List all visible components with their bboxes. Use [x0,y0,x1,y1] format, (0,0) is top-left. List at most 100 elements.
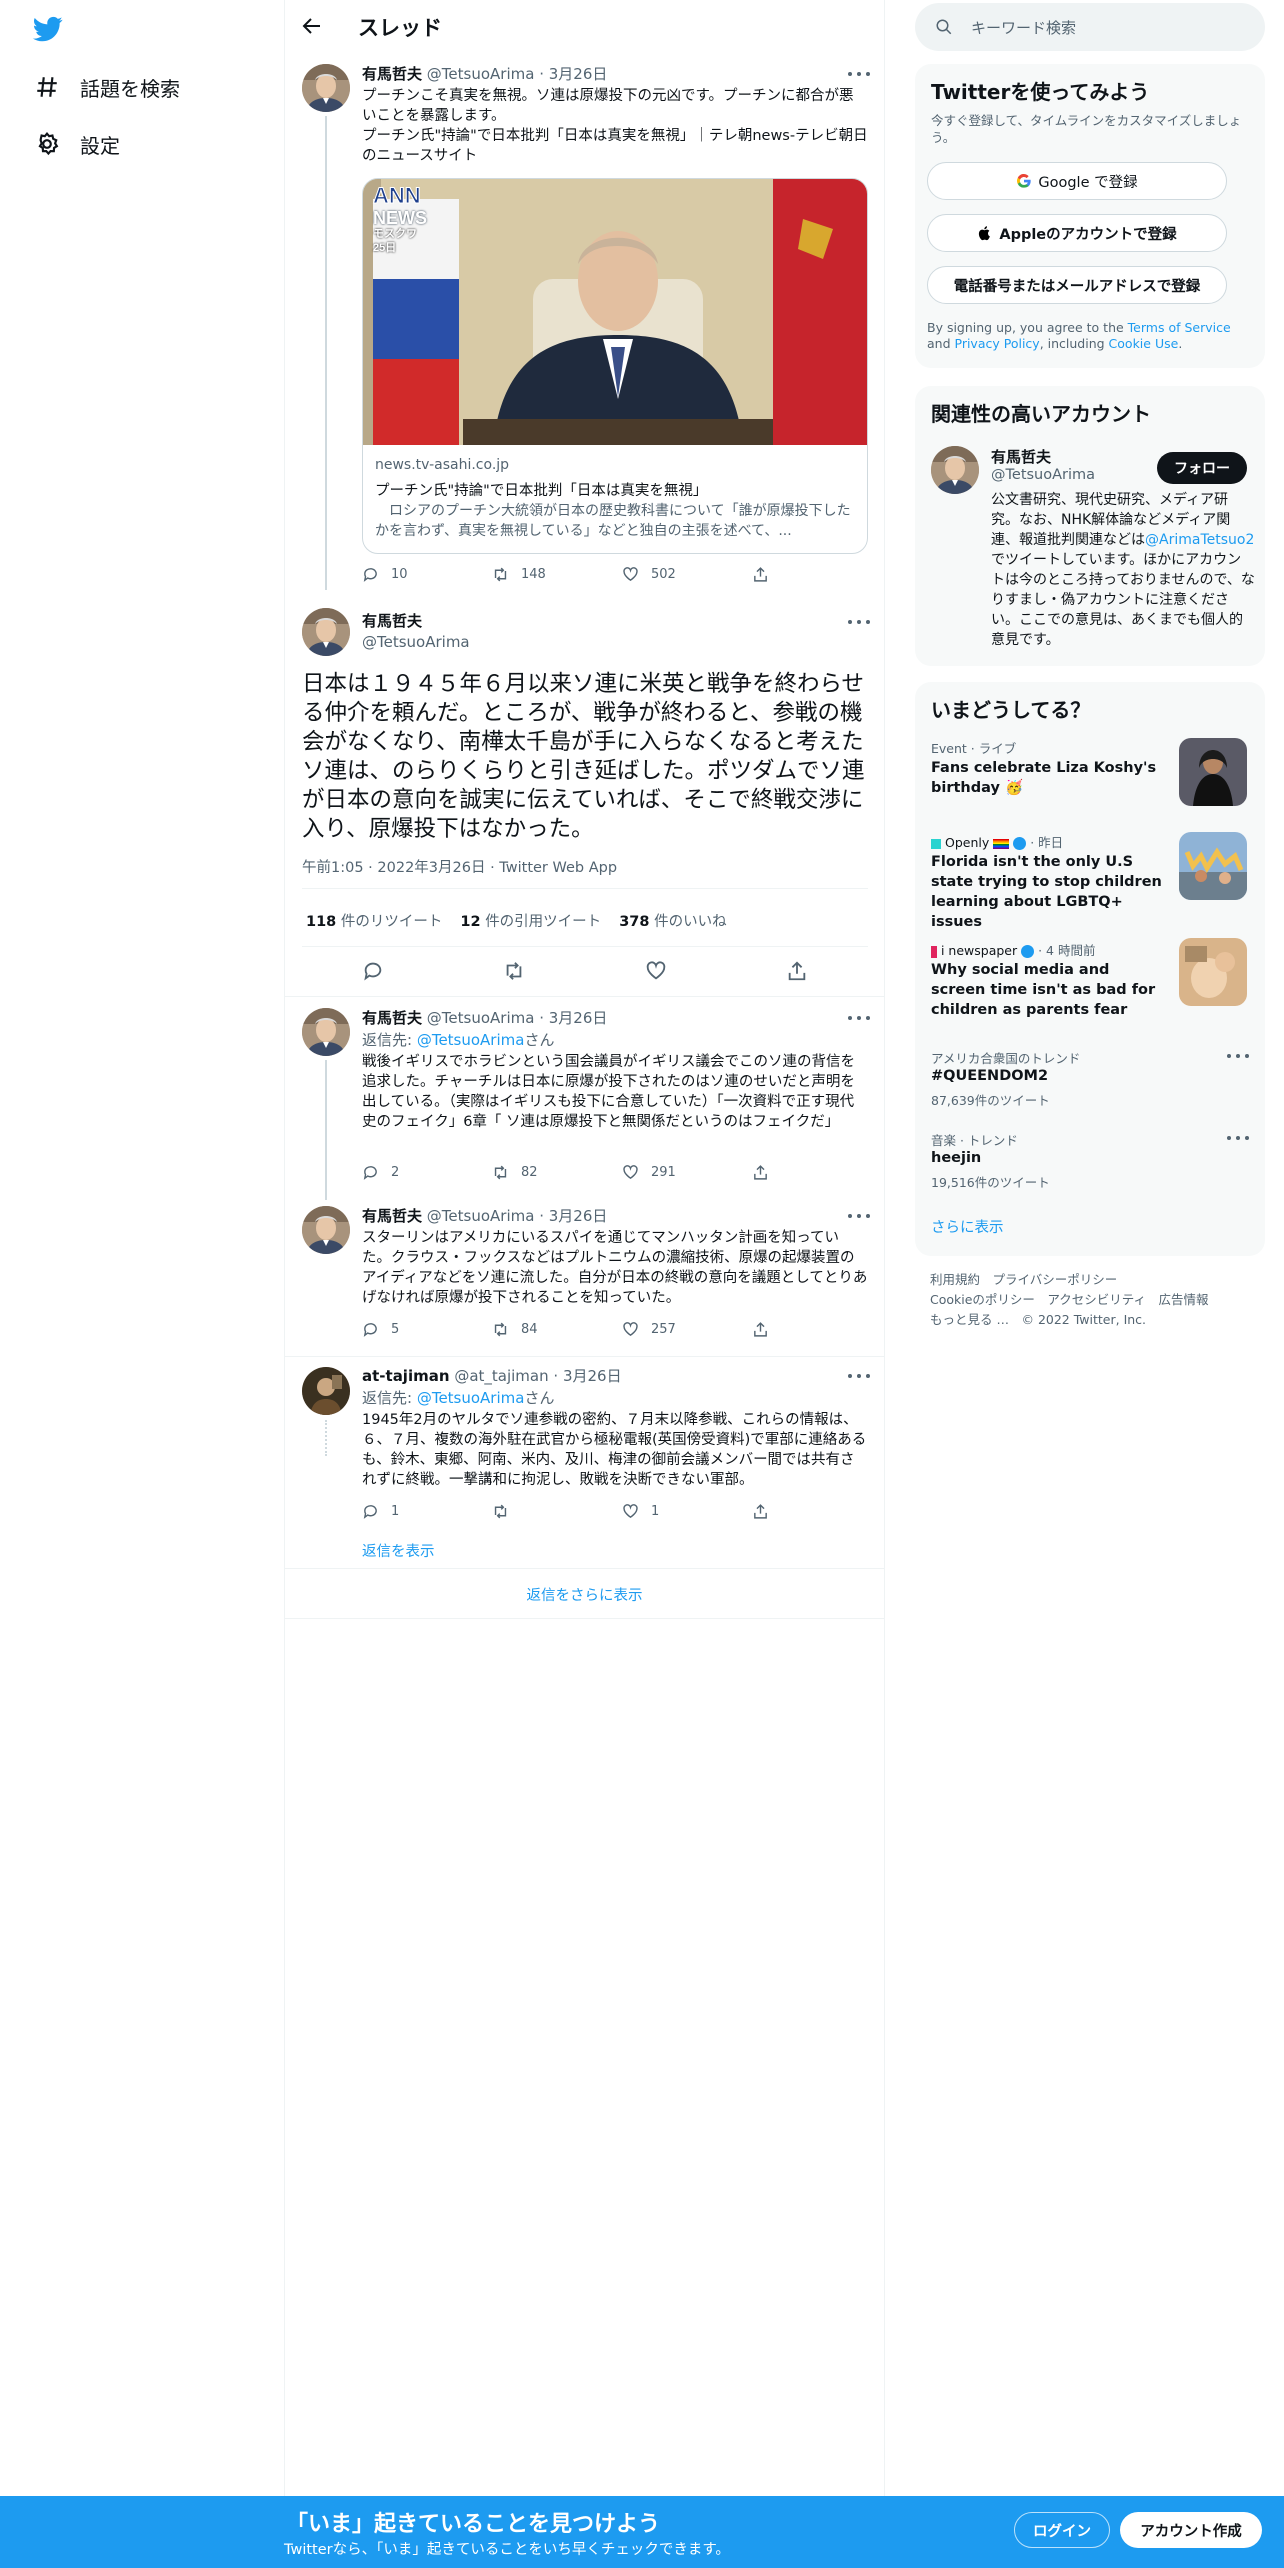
more-options-icon[interactable] [848,620,870,626]
search-input[interactable]: キーワード検索 [915,3,1265,51]
author-handle[interactable]: @at_tajiman [454,1367,548,1385]
more-options-icon[interactable] [848,72,870,78]
terms-link[interactable]: Terms of Service [1128,320,1231,335]
reply-button[interactable]: 10 [362,566,492,583]
hashtag-icon [32,72,62,102]
likes-stat[interactable]: 378 件のいいね [619,910,726,931]
more-options-icon[interactable] [1227,1136,1249,1142]
trend-item[interactable]: i newspaper · 4 時間前 Why social media and… [915,938,1265,1040]
account-handle[interactable]: @TetsuoArima [991,467,1095,483]
like-button[interactable]: 1 [622,1503,752,1520]
footer-links[interactable]: 利用規約 プライバシーポリシー Cookieのポリシー アクセシビリティ 広告情… [930,1270,1260,1330]
tweet-date[interactable]: 3月26日 [563,1367,622,1385]
retweet-icon[interactable] [503,960,525,982]
follow-button[interactable]: フォロー [1157,452,1247,484]
avatar[interactable] [302,608,350,656]
reply-button[interactable]: 1 [362,1503,492,1520]
retweet-button[interactable]: 84 [492,1321,622,1338]
card-description: ロシアのプーチン大統領が日本の歴史教科書について「誰が原爆投下したかを言わず、真… [375,503,851,539]
show-more-replies-link[interactable]: 返信をさらに表示 [285,1570,884,1618]
nav-explore[interactable]: 話題を検索 [32,67,180,107]
cookie-link[interactable]: Cookie Use [1109,336,1179,351]
trend-thumbnail [1179,832,1247,900]
trends-show-more-link[interactable]: さらに表示 [931,1216,1004,1237]
quotes-stat[interactable]: 12 件の引用ツイート [460,910,601,931]
avatar[interactable] [302,64,350,112]
tweet-header: 有馬哲夫 @TetsuoArima · 3月26日 [362,1009,608,1027]
retweet-button[interactable]: 148 [492,566,622,583]
privacy-link[interactable]: Privacy Policy [955,336,1040,351]
share-button[interactable] [752,1321,882,1338]
author-handle[interactable]: @TetsuoArima [362,632,470,652]
account-name[interactable]: 有馬哲夫 [991,446,1051,467]
signup-subtitle: 今すぐ登録して、タイムラインをカスタマイズしましょう。 [931,113,1242,145]
more-options-icon[interactable] [848,1374,870,1380]
trends-title: いまどうしてる？ [931,698,1091,722]
nav-settings[interactable]: 設定 [32,124,120,164]
tweet-stats: 118 件のリツイート 12 件の引用ツイート 378 件のいいね [306,910,727,931]
author-name[interactable]: 有馬哲夫 [362,1009,422,1027]
like-icon[interactable] [645,960,667,982]
retweet-button[interactable]: 82 [492,1164,622,1181]
trend-thumbnail [1179,738,1247,806]
nav-settings-label: 設定 [80,133,120,158]
divider [285,1568,884,1569]
apple-icon [979,226,991,241]
retweet-button[interactable] [492,1503,622,1520]
more-options-icon[interactable] [848,1214,870,1220]
link-card[interactable]: ANN NEWS モスクワ 25日 news.tv-asahi.co.jp プー… [362,178,868,554]
like-button[interactable]: 257 [622,1321,752,1338]
card-domain: news.tv-asahi.co.jp [375,457,510,473]
avatar[interactable] [302,1008,350,1056]
tweet-timestamp[interactable]: 午前1:05 · 2022年3月26日 · Twitter Web App [302,856,617,877]
retweets-stat[interactable]: 118 件のリツイート [306,910,442,931]
back-arrow-icon[interactable] [300,14,326,40]
avatar[interactable] [302,1206,350,1254]
author-name[interactable]: at-tajiman [362,1367,450,1385]
phone-email-signup-button[interactable]: 電話番号またはメールアドレスで登録 [927,266,1227,304]
tweet-link-text[interactable]: プーチン氏"持論"で日本批判「日本は真実を無視」｜テレ朝news-テレビ朝日のニ… [362,128,868,164]
more-options-icon[interactable] [1227,1054,1249,1060]
trend-item[interactable]: Openly · 昨日 Florida isn't the only U.S s… [915,832,1265,932]
show-replies-link[interactable]: 返信を表示 [362,1540,435,1561]
avatar[interactable] [302,1367,350,1415]
author-handle[interactable]: @TetsuoArima [427,65,535,83]
reply-icon[interactable] [362,960,384,982]
author-name[interactable]: 有馬哲夫 [362,611,422,631]
share-button[interactable] [752,1164,882,1181]
bio-mention-link[interactable]: @ArimaTetsuo2 [1145,532,1254,548]
trend-item[interactable]: アメリカ合衆国のトレンド #QUEENDOM2 87,639件のツイート [915,1048,1265,1114]
login-button[interactable]: ログイン [1014,2512,1110,2548]
share-button[interactable] [752,1503,882,1520]
trend-item[interactable]: 音楽 · トレンド heejin 19,516件のツイート [915,1130,1265,1196]
author-handle[interactable]: @TetsuoArima [427,1009,535,1027]
tweet-actions: 2 82 291 [362,1164,882,1181]
like-button[interactable]: 502 [622,566,752,583]
share-button[interactable] [752,566,882,583]
signup-button[interactable]: アカウント作成 [1120,2512,1262,2548]
avatar[interactable] [931,446,979,494]
reply-to-link[interactable]: @TetsuoArima [417,1389,525,1407]
reply-button[interactable]: 2 [362,1164,492,1181]
search-icon [936,19,952,35]
trend-item[interactable]: Event · ライブ Fans celebrate Liza Koshy's … [915,738,1265,822]
author-name[interactable]: 有馬哲夫 [362,1207,422,1225]
apple-signup-button[interactable]: Appleのアカウントで登録 [927,214,1227,252]
more-options-icon[interactable] [848,1016,870,1022]
like-button[interactable]: 291 [622,1164,752,1181]
google-icon [1017,173,1032,188]
tweet-date[interactable]: 3月26日 [549,1207,608,1225]
tweet-text: 1945年2月のヤルタでソ連参戦の密約、７月末以降参戦、これらの情報は、６、７月… [362,1412,867,1488]
author-name[interactable]: 有馬哲夫 [362,65,422,83]
card-title: プーチン氏"持論"で日本批判「日本は真実を無視」 [375,483,708,499]
google-signup-button[interactable]: Google で登録 [927,162,1227,200]
tweet-date[interactable]: 3月26日 [549,1009,608,1027]
tweet-date[interactable]: 3月26日 [549,65,608,83]
reply-button[interactable]: 5 [362,1321,492,1338]
twitter-logo-icon[interactable] [30,14,66,44]
reply-to-link[interactable]: @TetsuoArima [417,1031,525,1049]
share-icon[interactable] [786,960,808,982]
related-accounts-panel: 関連性の高いアカウント 有馬哲夫 @TetsuoArima フォロー 公文書研究… [915,386,1265,666]
tweet-text: スターリンはアメリカにいるスパイを通じてマンハッタン計画を知っていた。クラウス・… [362,1230,868,1306]
author-handle[interactable]: @TetsuoArima [427,1207,535,1225]
